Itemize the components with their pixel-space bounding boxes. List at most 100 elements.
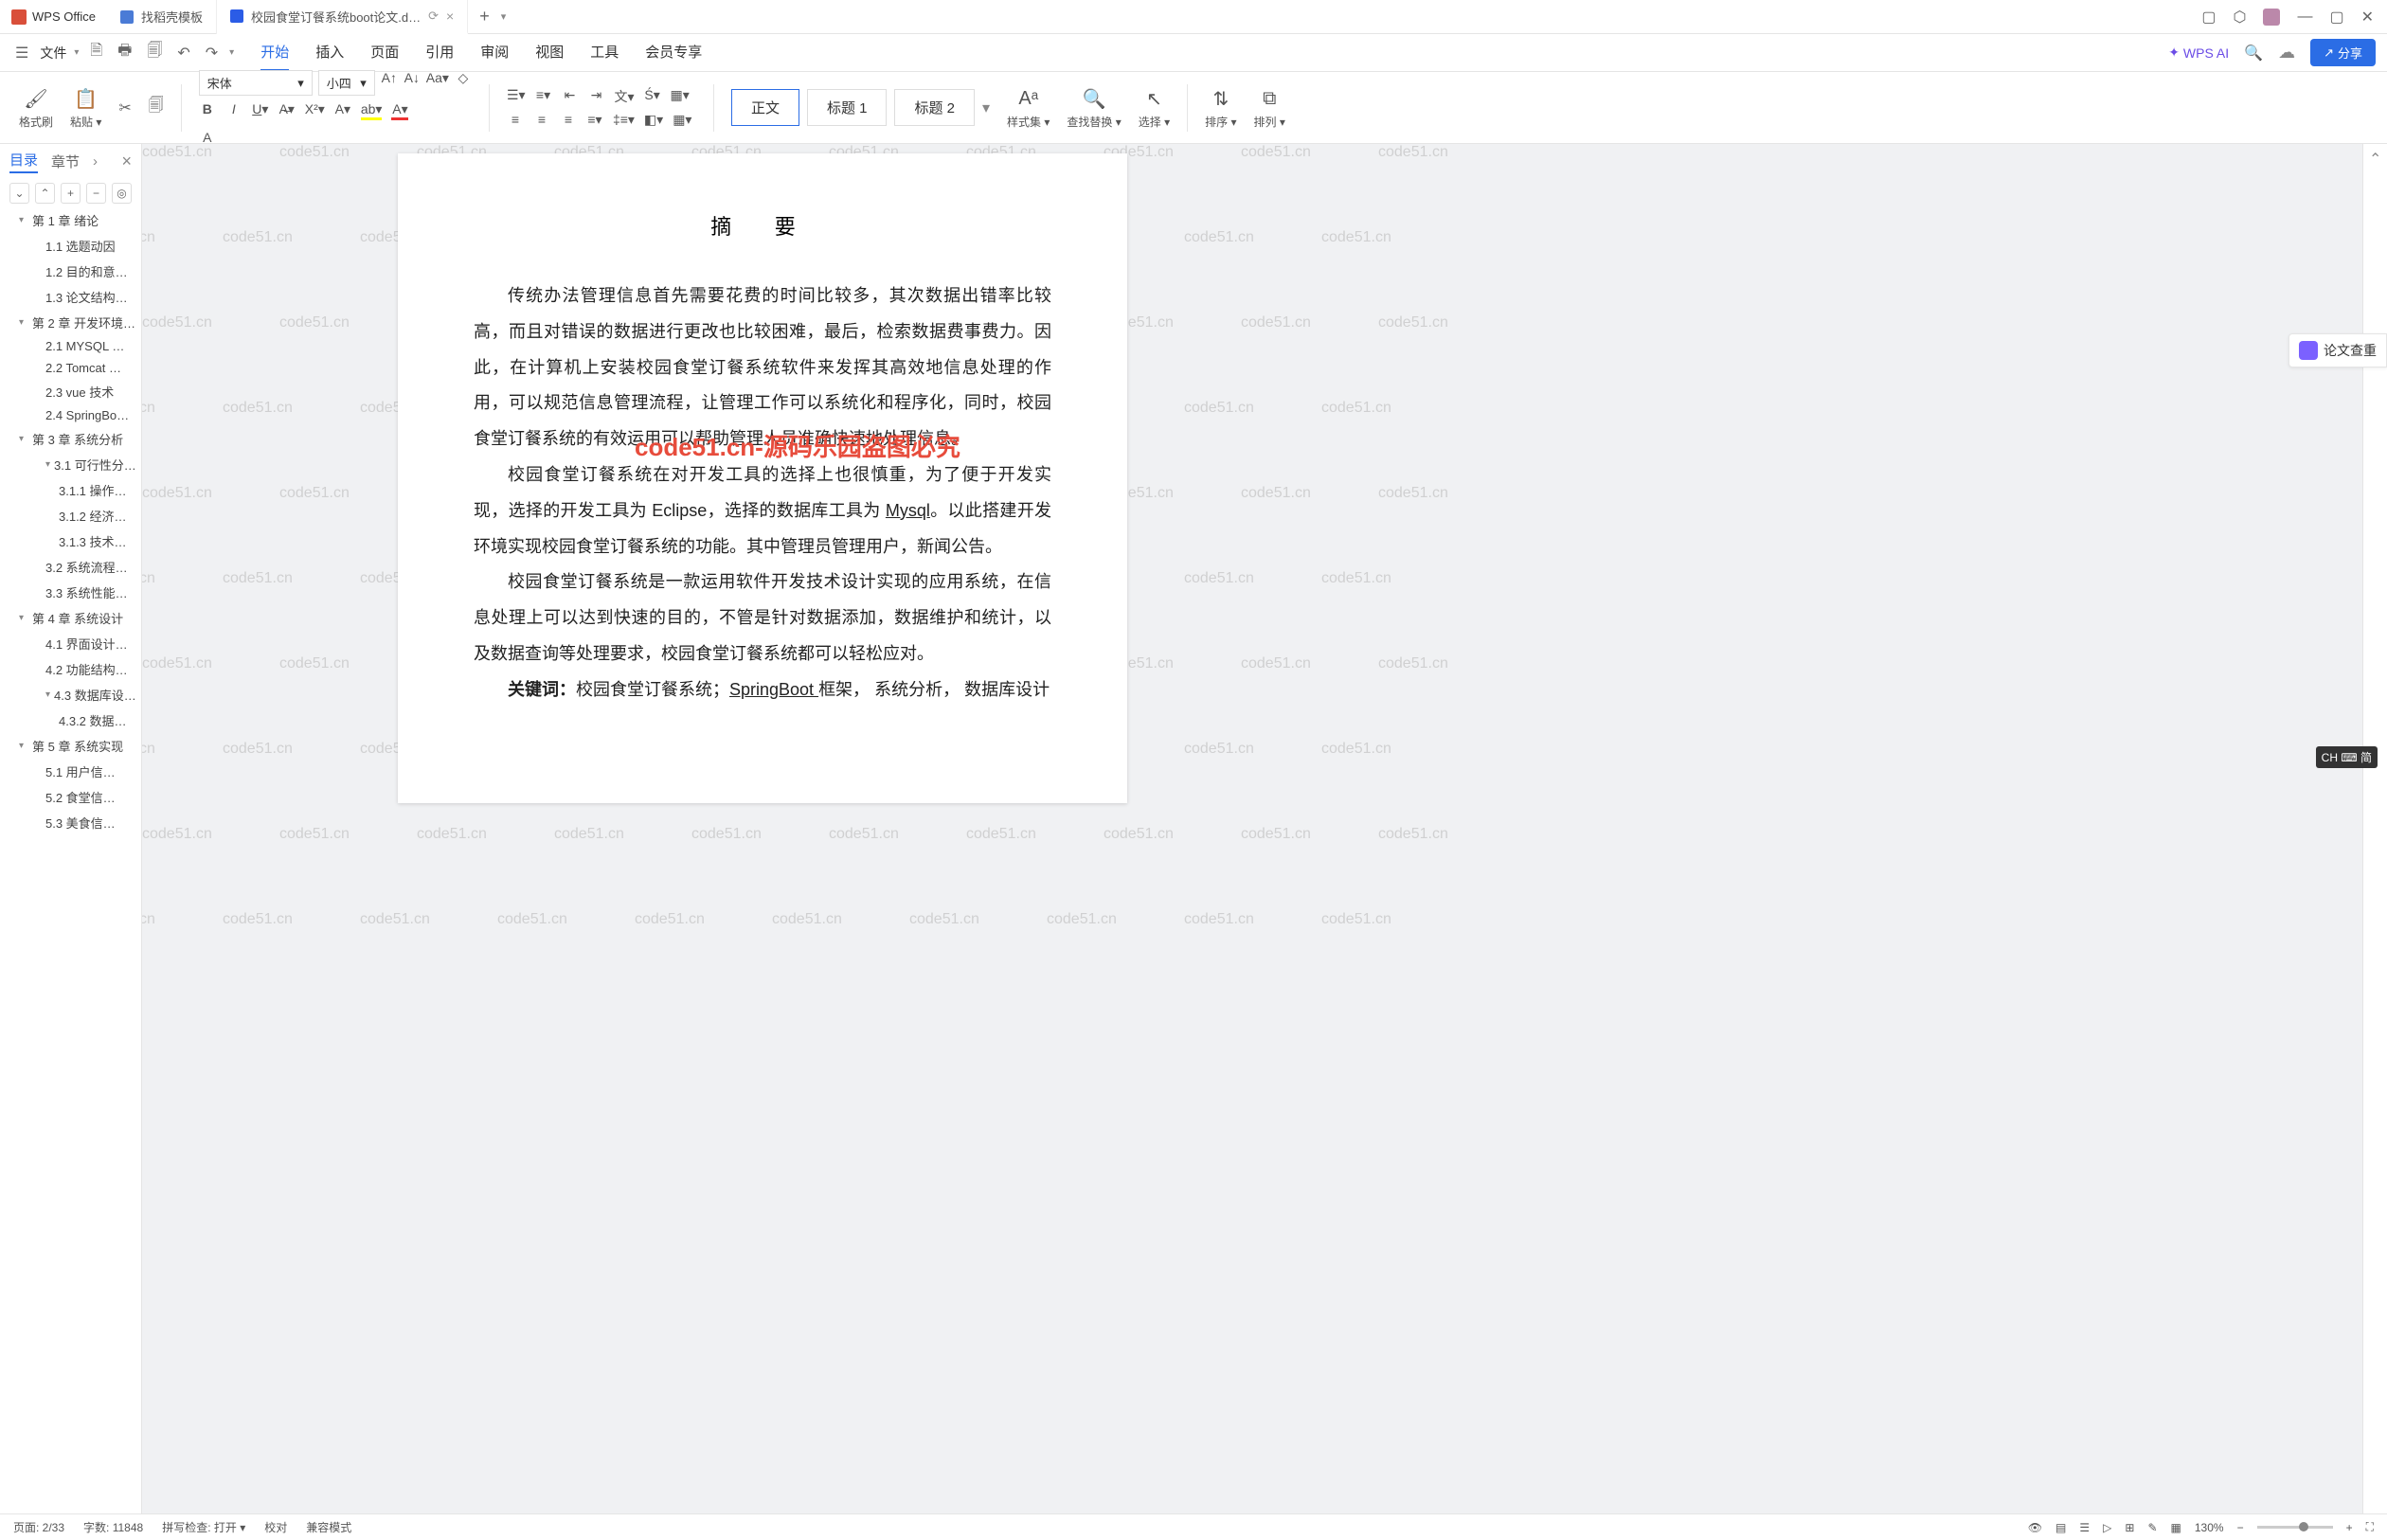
save-icon[interactable]: 🖶 xyxy=(114,36,135,69)
outline-item[interactable]: ▾第 3 章 系统分析 xyxy=(0,426,141,452)
outline-item[interactable]: ▾第 5 章 系统实现 xyxy=(0,733,141,759)
outdent-icon[interactable]: ⇤ xyxy=(562,87,579,106)
compat-mode[interactable]: 兼容模式 xyxy=(306,1519,351,1535)
search-icon[interactable]: 🔍 xyxy=(2244,44,2263,63)
tab-template[interactable]: 找稻壳模板 xyxy=(107,0,217,34)
locate-icon[interactable]: ◎ xyxy=(112,183,132,204)
indent-icon[interactable]: ⇥ xyxy=(588,87,605,106)
arrange-group[interactable]: ⧉ 排列 ▾ xyxy=(1254,85,1285,130)
tab-home[interactable]: 开始 xyxy=(260,34,289,71)
caret-icon[interactable]: ▾ xyxy=(19,613,28,623)
bullets-icon[interactable]: ☰▾ xyxy=(507,87,526,106)
collapse-gutter-icon[interactable]: ⌃ xyxy=(2363,144,2387,174)
share-button[interactable]: ↗分享 xyxy=(2310,39,2376,66)
outline-item[interactable]: 2.3 vue 技术 xyxy=(0,379,141,404)
tab-review[interactable]: 审阅 xyxy=(480,34,509,71)
outline-item[interactable]: ▾4.3 数据库设… xyxy=(0,682,141,707)
collapse-up-icon[interactable]: ⌃ xyxy=(35,183,55,204)
expand-down-icon[interactable]: ⌄ xyxy=(9,183,29,204)
zoom-out-icon[interactable]: − xyxy=(2237,1521,2244,1534)
tab-dropdown-icon[interactable]: ▾ xyxy=(501,10,507,23)
underline-icon[interactable]: U▾ xyxy=(252,101,269,120)
clear-format-icon[interactable]: ◇ xyxy=(455,70,472,96)
decrease-font-icon[interactable]: A↓ xyxy=(404,70,421,96)
italic-icon[interactable]: I xyxy=(225,101,242,120)
outline-item[interactable]: ▾第 1 章 绪论 xyxy=(0,207,141,233)
fullscreen-icon[interactable]: ⛶ xyxy=(2366,1520,2374,1534)
outline-item[interactable]: 3.3 系统性能… xyxy=(0,580,141,605)
borders-icon[interactable]: ▦▾ xyxy=(673,112,691,128)
outline-item[interactable]: ▾3.1 可行性分… xyxy=(0,452,141,477)
grid-icon[interactable]: ▦ xyxy=(2171,1521,2181,1534)
layout-icon[interactable]: ▢ xyxy=(2201,8,2216,27)
page-view-icon[interactable]: ▤ xyxy=(2055,1521,2066,1534)
cube-icon[interactable]: ⬡ xyxy=(2234,8,2247,27)
styles-more-icon[interactable]: ▾ xyxy=(982,98,990,117)
wps-ai-button[interactable]: ✦WPS AI xyxy=(2168,45,2229,61)
outline-item[interactable]: 3.2 系统流程… xyxy=(0,554,141,580)
char-shading-icon[interactable]: A xyxy=(199,130,216,145)
document-canvas[interactable]: code51.cncode51.cncode51.cncode51.cncode… xyxy=(142,144,2387,1513)
tools-icon[interactable]: ✎ xyxy=(2147,1521,2157,1534)
play-icon[interactable]: ▷ xyxy=(2103,1521,2111,1534)
redo-icon[interactable]: ↷ xyxy=(202,40,222,66)
file-menu[interactable]: 文件 xyxy=(40,44,66,63)
shading-icon[interactable]: ◧▾ xyxy=(644,112,663,128)
cut-icon[interactable]: ✂ xyxy=(118,98,131,117)
style-heading1[interactable]: 标题 1 xyxy=(807,89,888,126)
outline-item[interactable]: 3.1.2 经济… xyxy=(0,503,141,528)
add-icon[interactable]: + xyxy=(61,183,81,204)
highlight-icon[interactable]: ab▾ xyxy=(361,101,383,120)
hamburger-icon[interactable]: ☰ xyxy=(11,40,32,66)
remove-icon[interactable]: − xyxy=(86,183,106,204)
zoom-slider[interactable] xyxy=(2257,1526,2333,1529)
close-icon[interactable]: × xyxy=(446,9,454,24)
outline-item[interactable]: 2.2 Tomcat … xyxy=(0,357,141,379)
increase-font-icon[interactable]: A↑ xyxy=(381,70,398,96)
outline-item[interactable]: 5.2 食堂信… xyxy=(0,784,141,810)
tab-member[interactable]: 会员专享 xyxy=(645,34,702,71)
font-color-icon[interactable]: A▾ xyxy=(391,101,408,120)
bold-icon[interactable]: B xyxy=(199,101,216,120)
outline-item[interactable]: 2.1 MYSQL … xyxy=(0,335,141,357)
phonetic-icon[interactable]: Ś▾ xyxy=(644,87,661,106)
caret-icon[interactable]: ▾ xyxy=(19,434,28,444)
outline-item[interactable]: 3.1.1 操作… xyxy=(0,477,141,503)
caret-icon[interactable]: ▾ xyxy=(19,741,28,751)
outline-item[interactable]: 1.2 目的和意… xyxy=(0,259,141,284)
tab-reference[interactable]: 引用 xyxy=(425,34,454,71)
eye-icon[interactable]: 👁 xyxy=(2028,1521,2042,1534)
tab-insert[interactable]: 插入 xyxy=(315,34,344,71)
line-spacing-icon[interactable]: ‡≡▾ xyxy=(613,112,635,128)
tab-page[interactable]: 页面 xyxy=(370,34,399,71)
text-direction-icon[interactable]: 文▾ xyxy=(615,87,635,106)
outline-item[interactable]: 3.1.3 技术… xyxy=(0,528,141,554)
new-tab-button[interactable]: + xyxy=(468,7,501,27)
font-size-select[interactable]: 小四▾ xyxy=(318,70,375,96)
align-left-icon[interactable]: ≡ xyxy=(507,112,524,128)
change-case-icon[interactable]: Aa▾ xyxy=(426,70,449,96)
numbering-icon[interactable]: ≡▾ xyxy=(535,87,552,106)
proofing-status[interactable]: 校对 xyxy=(264,1519,287,1535)
superscript-icon[interactable]: X²▾ xyxy=(305,101,325,120)
tab-tools[interactable]: 工具 xyxy=(590,34,619,71)
qa-dropdown-icon[interactable]: ▾ xyxy=(229,47,234,58)
align-center-icon[interactable]: ≡ xyxy=(533,112,550,128)
chevron-right-icon[interactable]: › xyxy=(93,153,98,170)
styleset-group[interactable]: Aᵃ 样式集 ▾ xyxy=(1007,85,1050,130)
strike-icon[interactable]: A̶▾ xyxy=(278,101,296,120)
outline-item[interactable]: ▾第 2 章 开发环境… xyxy=(0,310,141,335)
outline-item[interactable]: ▾第 4 章 系统设计 xyxy=(0,605,141,631)
outline-view-icon[interactable]: ☰ xyxy=(2079,1521,2090,1534)
outline-item[interactable]: 5.3 美食信… xyxy=(0,810,141,835)
align-right-icon[interactable]: ≡ xyxy=(560,112,577,128)
outline-item[interactable]: 1.3 论文结构… xyxy=(0,284,141,310)
menu-dropdown-icon[interactable]: ▾ xyxy=(74,47,79,58)
avatar-icon[interactable] xyxy=(2263,9,2280,26)
page-indicator[interactable]: 页面: 2/33 xyxy=(13,1519,64,1535)
paste-group[interactable]: 📋 粘贴 ▾ xyxy=(70,85,101,130)
caret-icon[interactable]: ▾ xyxy=(45,689,50,700)
outline-item[interactable]: 2.4 SpringBo… xyxy=(0,404,141,426)
outline-item[interactable]: 4.3.2 数据… xyxy=(0,707,141,733)
tab-view[interactable]: 视图 xyxy=(535,34,564,71)
